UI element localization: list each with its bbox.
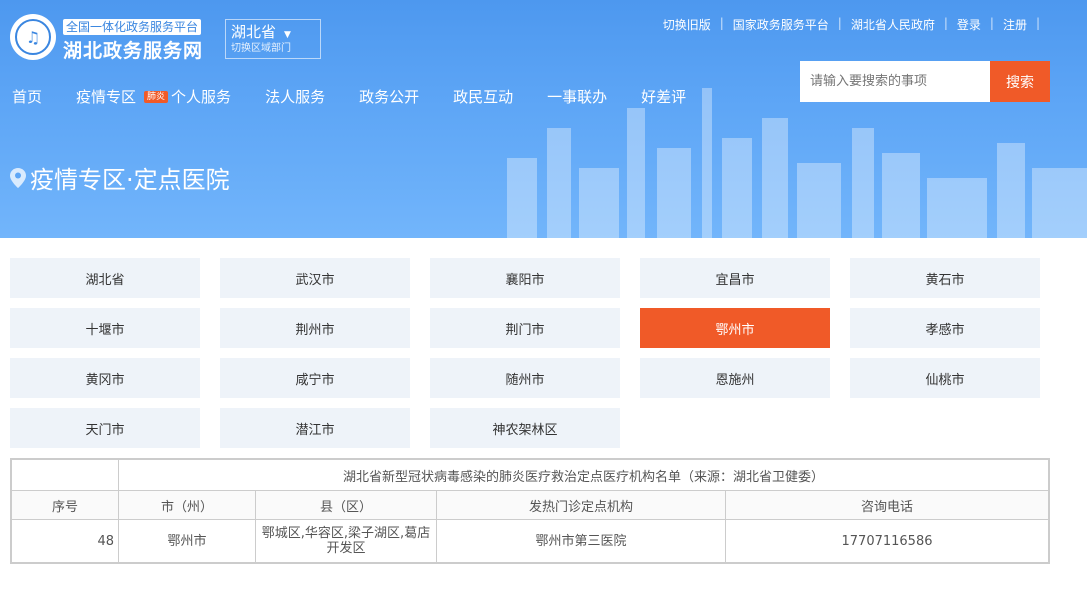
city-tile[interactable]: 咸宁市 [220, 358, 410, 398]
site-logo[interactable]: ♫ [10, 14, 56, 60]
nav-rating[interactable]: 好差评 [641, 86, 686, 107]
nav-epidemic[interactable]: 疫情专区 肺炎 [76, 86, 171, 107]
location-pin-icon [10, 167, 26, 188]
column-header-index: 序号 [10, 490, 119, 520]
nav-badge: 肺炎 [144, 90, 169, 103]
link-provincial-government[interactable]: 湖北省人民政府 [851, 16, 935, 33]
city-tile[interactable]: 神农架林区 [430, 408, 620, 448]
cell-phone: 17707116586 [725, 519, 1050, 564]
hospital-table: 湖北省新型冠状病毒感染的肺炎医疗救治定点医疗机构名单（来源：湖北省卫健委） 序号… [10, 458, 1050, 564]
city-tile[interactable]: 仙桃市 [850, 358, 1040, 398]
city-tile[interactable]: 武汉市 [220, 258, 410, 298]
nav-home[interactable]: 首页 [12, 86, 42, 107]
city-tile[interactable]: 黄石市 [850, 258, 1040, 298]
cell-index: 48 [10, 519, 119, 564]
nav-interaction[interactable]: 政民互动 [453, 86, 513, 107]
page-title: 疫情专区·定点医院 [10, 160, 230, 195]
city-tile[interactable]: 潜江市 [220, 408, 410, 448]
divider: | [719, 16, 724, 30]
divider: | [837, 16, 842, 30]
cell-city: 鄂州市 [118, 519, 256, 564]
emblem-icon: ♫ [15, 19, 51, 55]
platform-tagline: 全国一体化政务服务平台 [63, 19, 202, 35]
nav-government-affairs[interactable]: 政务公开 [359, 86, 419, 107]
city-tile[interactable]: 十堰市 [10, 308, 200, 348]
region-name: 湖北省 [231, 23, 277, 41]
column-header-hospital: 发热门诊定点机构 [436, 490, 726, 520]
caret-down-icon: ▼ [284, 30, 291, 40]
table-caption-spacer [10, 458, 119, 491]
city-tile[interactable]: 黄冈市 [10, 358, 200, 398]
nav-one-stop[interactable]: 一事联办 [547, 86, 607, 107]
table-caption-row: 湖北省新型冠状病毒感染的肺炎医疗救治定点医疗机构名单（来源：湖北省卫健委） [10, 458, 1050, 491]
search-bar: 搜索 [800, 61, 1050, 102]
table-caption: 湖北省新型冠状病毒感染的肺炎医疗救治定点医疗机构名单（来源：湖北省卫健委） [118, 458, 1050, 491]
city-tile[interactable]: 恩施州 [640, 358, 830, 398]
search-button[interactable]: 搜索 [990, 61, 1050, 102]
city-tile-active[interactable]: 鄂州市 [640, 308, 830, 348]
link-old-version[interactable]: 切换旧版 [663, 16, 711, 33]
city-tile[interactable]: 天门市 [10, 408, 200, 448]
city-tile[interactable]: 随州市 [430, 358, 620, 398]
login-link[interactable]: 登录 [957, 16, 981, 33]
city-tile[interactable]: 襄阳市 [430, 258, 620, 298]
table-header-row: 序号 市（州） 县（区） 发热门诊定点机构 咨询电话 [10, 490, 1050, 520]
top-links: 切换旧版 | 国家政务服务平台 | 湖北省人民政府 | 登录 | 注册 | [663, 16, 1049, 33]
link-national-platform[interactable]: 国家政务服务平台 [733, 16, 829, 33]
column-header-phone: 咨询电话 [725, 490, 1050, 520]
search-input[interactable] [800, 61, 990, 102]
column-header-district: 县（区） [255, 490, 437, 520]
divider: | [989, 16, 994, 30]
nav-epidemic-label: 疫情专区 [76, 88, 137, 106]
city-tile[interactable]: 孝感市 [850, 308, 1040, 348]
page-title-text: 疫情专区·定点医院 [30, 166, 230, 194]
register-link[interactable]: 注册 [1003, 16, 1027, 33]
table-row: 48 鄂州市 鄂城区,华容区,梁子湖区,葛店开发区 鄂州市第三医院 177071… [10, 519, 1050, 564]
nav-personal-services[interactable]: 个人服务 [171, 86, 231, 107]
city-tile[interactable]: 荆州市 [220, 308, 410, 348]
region-switcher[interactable]: 湖北省 ▼ 切换区域部门 [225, 19, 321, 59]
site-name[interactable]: 湖北政务服务网 [63, 36, 203, 63]
main-nav: 首页 疫情专区 肺炎 个人服务 法人服务 政务公开 政民互动 一事联办 好差评 [12, 86, 720, 107]
cell-hospital: 鄂州市第三医院 [436, 519, 726, 564]
cell-district: 鄂城区,华容区,梁子湖区,葛店开发区 [255, 519, 437, 564]
divider: | [943, 16, 948, 30]
nav-corporate-services[interactable]: 法人服务 [265, 86, 325, 107]
region-switch-hint: 切换区域部门 [231, 43, 291, 54]
column-header-city: 市（州） [118, 490, 256, 520]
header-banner: ♫ 全国一体化政务服务平台 湖北政务服务网 湖北省 ▼ 切换区域部门 切换旧版 | … [0, 0, 1087, 238]
city-tile[interactable]: 荆门市 [430, 308, 620, 348]
city-tile[interactable]: 湖北省 [10, 258, 200, 298]
divider: | [1035, 16, 1040, 30]
city-tile[interactable]: 宜昌市 [640, 258, 830, 298]
